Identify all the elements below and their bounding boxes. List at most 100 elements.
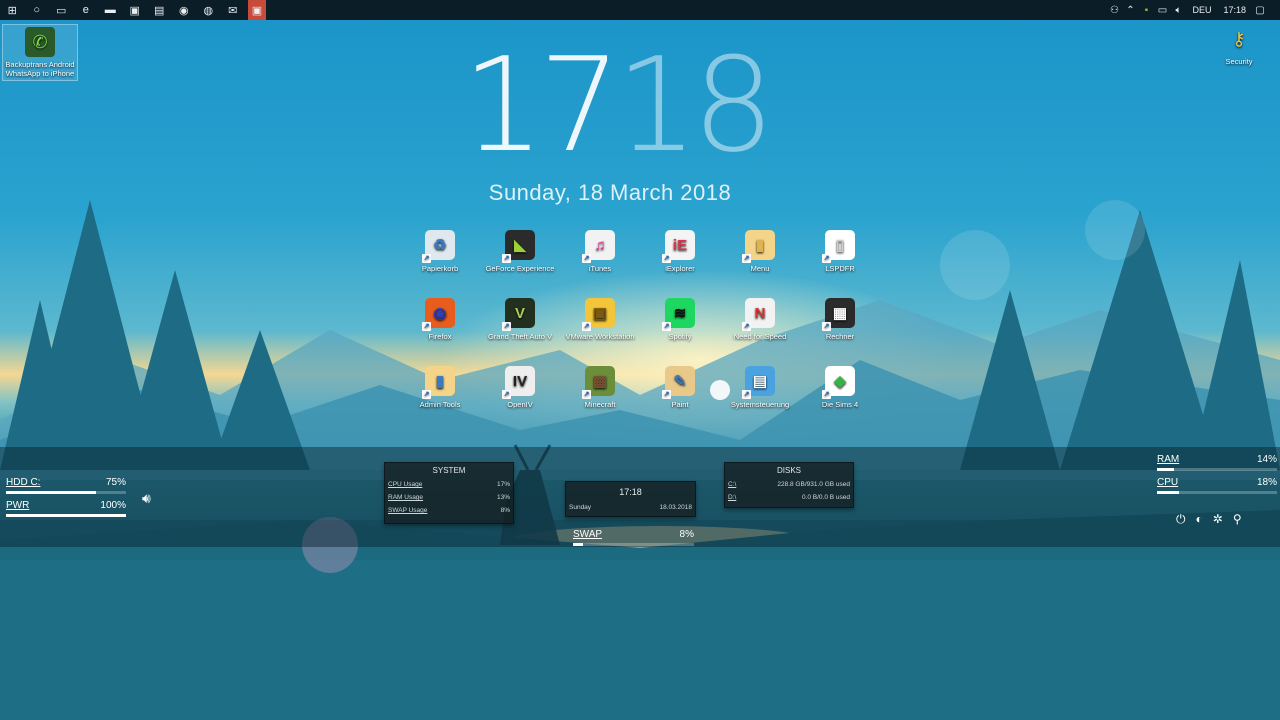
taskbar-clock[interactable]: 17:18	[1217, 5, 1252, 15]
meter-label: CPU	[1157, 477, 1179, 488]
shortcut-arrow-icon: ↗	[502, 254, 511, 263]
desktop-icon[interactable]: ≋ ↗ Spotify	[640, 296, 720, 364]
shortcut-arrow-icon: ↗	[582, 254, 591, 263]
meter-value: 18%	[1256, 477, 1277, 488]
desktop-icon[interactable]: ✎ ↗ Paint	[640, 364, 720, 432]
gta-icon: V ↗	[502, 298, 535, 331]
desktop-icon-label: LSPDFR	[825, 264, 855, 273]
spotify-icon[interactable]: ◍	[196, 0, 221, 20]
meter-power: PWR 100%	[6, 500, 126, 517]
desktop-icon[interactable]: iE ↗ iExplorer	[640, 228, 720, 296]
settings-icon[interactable]: ✲	[1213, 512, 1223, 527]
network-icon[interactable]: ▭	[1154, 5, 1170, 16]
meter-hdd: HDD C: 75%	[6, 477, 126, 494]
date-display: Sunday, 18 March 2018	[488, 180, 732, 205]
paint-icon: ✎ ↗	[662, 366, 695, 399]
panel-title: DISKS	[776, 466, 801, 475]
chevron-up-icon[interactable]: ⌃	[1122, 5, 1138, 16]
desktop-icon-label: Systemsteuerung	[730, 400, 790, 409]
desktop-icon-label: Need for Speed	[733, 332, 787, 341]
power-icon[interactable]: ⏻	[1176, 512, 1186, 527]
desktop-icon-label: Security	[1225, 57, 1253, 66]
system-tray: ⚇ ⌃ ▪ ▭ 🔈︎ DEU 17:18 ▢	[1106, 0, 1280, 20]
shortcut-arrow-icon: ↗	[582, 390, 591, 399]
desktop-icon[interactable]: ◣ ↗ GeForce Experience	[480, 228, 560, 296]
desktop-icon[interactable]: ♻ ↗ Papierkorb	[400, 228, 480, 296]
desktop-icon-label: Menu	[750, 264, 770, 273]
backuptrans-icon: ✆	[25, 27, 55, 57]
clock-digit: 1	[462, 29, 545, 181]
file-explorer-icon[interactable]: ▬	[98, 0, 123, 20]
system-panel: SYSTEM CPU Usage 17% RAM Usage 13% SWAP Us…	[384, 462, 514, 524]
restart-icon[interactable]: ◐	[1196, 512, 1203, 527]
desktop-icon[interactable]: ♫ ↗ iTunes	[560, 228, 640, 296]
time-row: Sunday 18.03.2018	[566, 501, 695, 514]
system-row-swap: SWAP Usage 8%	[385, 504, 513, 517]
disk-row-c: C:\ 228.8 GB/931.0 GB used	[725, 478, 853, 491]
shortcut-arrow-icon: ↗	[422, 390, 431, 399]
meter-fill	[6, 491, 96, 494]
desktop-icon[interactable]: ◉ ↗ Firefox	[400, 296, 480, 364]
shortcut-arrow-icon: ↗	[822, 254, 831, 263]
desktop-icon-backuptrans[interactable]: ✆ Backuptrans Android WhatsApp to iPhone	[2, 24, 78, 81]
edge-browser-icon[interactable]: e	[74, 0, 99, 20]
mail-icon[interactable]: ✉	[221, 0, 246, 20]
admin-tools-icon: ▮ ↗	[422, 366, 455, 399]
desktop-icon-label: Admin Tools	[419, 400, 461, 409]
row-label: SWAP Usage	[388, 507, 428, 514]
task-view-icon[interactable]: ▭	[49, 0, 74, 20]
desktop-icon[interactable]: ▣ ↗ VMware Workstation	[560, 296, 640, 364]
meter-cpu: CPU 18%	[1157, 477, 1277, 494]
active-app-icon[interactable]: ▣	[248, 0, 266, 20]
desktop-icon[interactable]: ▮ ↗ Admin Tools	[400, 364, 480, 432]
row-label: C:\	[728, 481, 737, 488]
iexplorer-icon: iE ↗	[662, 230, 695, 263]
desktop-icon[interactable]: IV ↗ OpenIV	[480, 364, 560, 432]
cortana-search-icon[interactable]: ○	[25, 0, 50, 20]
keys-icon: ⚷	[1232, 28, 1246, 49]
desktop-icon[interactable]: ▦ ↗ Rechner	[800, 296, 880, 364]
shortcut-arrow-icon: ↗	[742, 390, 751, 399]
row-value: 17%	[496, 481, 510, 488]
desktop-icon-grid: ♻ ↗ Papierkorb ◣ ↗ GeForce Experience ♫ ↗ iTunes…	[400, 228, 880, 432]
meter-label: HDD C:	[6, 477, 41, 488]
file-icon: ▯ ↗	[822, 230, 855, 263]
meter-ram: RAM 14%	[1157, 454, 1277, 471]
notepad-icon[interactable]: ▤	[147, 0, 172, 20]
desktop-icon[interactable]: ◆ ↗ Die Sims 4	[800, 364, 880, 432]
speaker-icon[interactable]: 🔊︎	[142, 490, 151, 507]
hud-control-icons: ⏻ ◐ ✲ ⚲	[1176, 512, 1242, 527]
desktop-icon[interactable]: N ↗ Need for Speed	[720, 296, 800, 364]
desktop-icon-label: Grand Theft Auto V	[487, 332, 553, 341]
taskbar-pinned-apps: ⊞ ○ ▭ e ▬ ▣ ▤ ◉ ◍ ✉ ▣	[0, 0, 266, 20]
desktop-icon-security[interactable]: ⚷ Security	[1214, 24, 1264, 67]
shortcut-arrow-icon: ↗	[822, 322, 831, 331]
vmware-icon: ▣ ↗	[582, 298, 615, 331]
desktop-icon[interactable]: ▯ ↗ LSPDFR	[800, 228, 880, 296]
windows-start-icon[interactable]: ⊞	[0, 0, 25, 20]
volume-icon[interactable]: 🔈︎	[1170, 5, 1186, 16]
control-panel-icon: ▤ ↗	[742, 366, 775, 399]
tools-icon[interactable]: ⚲	[1233, 512, 1242, 527]
panel-date: 18.03.2018	[659, 504, 692, 511]
desktop-icon[interactable]: V ↗ Grand Theft Auto V	[480, 296, 560, 364]
shortcut-arrow-icon: ↗	[662, 390, 671, 399]
desktop-icon[interactable]: ▮ ↗ Menu	[720, 228, 800, 296]
geforce-icon: ◣ ↗	[502, 230, 535, 263]
language-indicator[interactable]: DEU	[1186, 5, 1217, 15]
system-row-cpu: CPU Usage 17%	[385, 478, 513, 491]
row-label: CPU Usage	[388, 481, 423, 488]
shortcut-arrow-icon: ↗	[742, 322, 751, 331]
firefox-icon: ◉ ↗	[422, 298, 455, 331]
row-value: 13%	[496, 494, 510, 501]
firefox-icon[interactable]: ◉	[172, 0, 197, 20]
store-icon[interactable]: ▣	[123, 0, 148, 20]
desktop-icon-label: iTunes	[588, 264, 612, 273]
meter-fill	[1157, 468, 1174, 471]
desktop-icon[interactable]: ▩ ↗ Minecraft	[560, 364, 640, 432]
people-icon[interactable]: ⚇	[1106, 5, 1122, 16]
action-center-icon[interactable]: ▢	[1252, 5, 1268, 16]
panel-day: Sunday	[569, 504, 592, 511]
desktop-icon[interactable]: ▤ ↗ Systemsteuerung	[720, 364, 800, 432]
nvidia-tray-icon[interactable]: ▪	[1138, 5, 1154, 16]
